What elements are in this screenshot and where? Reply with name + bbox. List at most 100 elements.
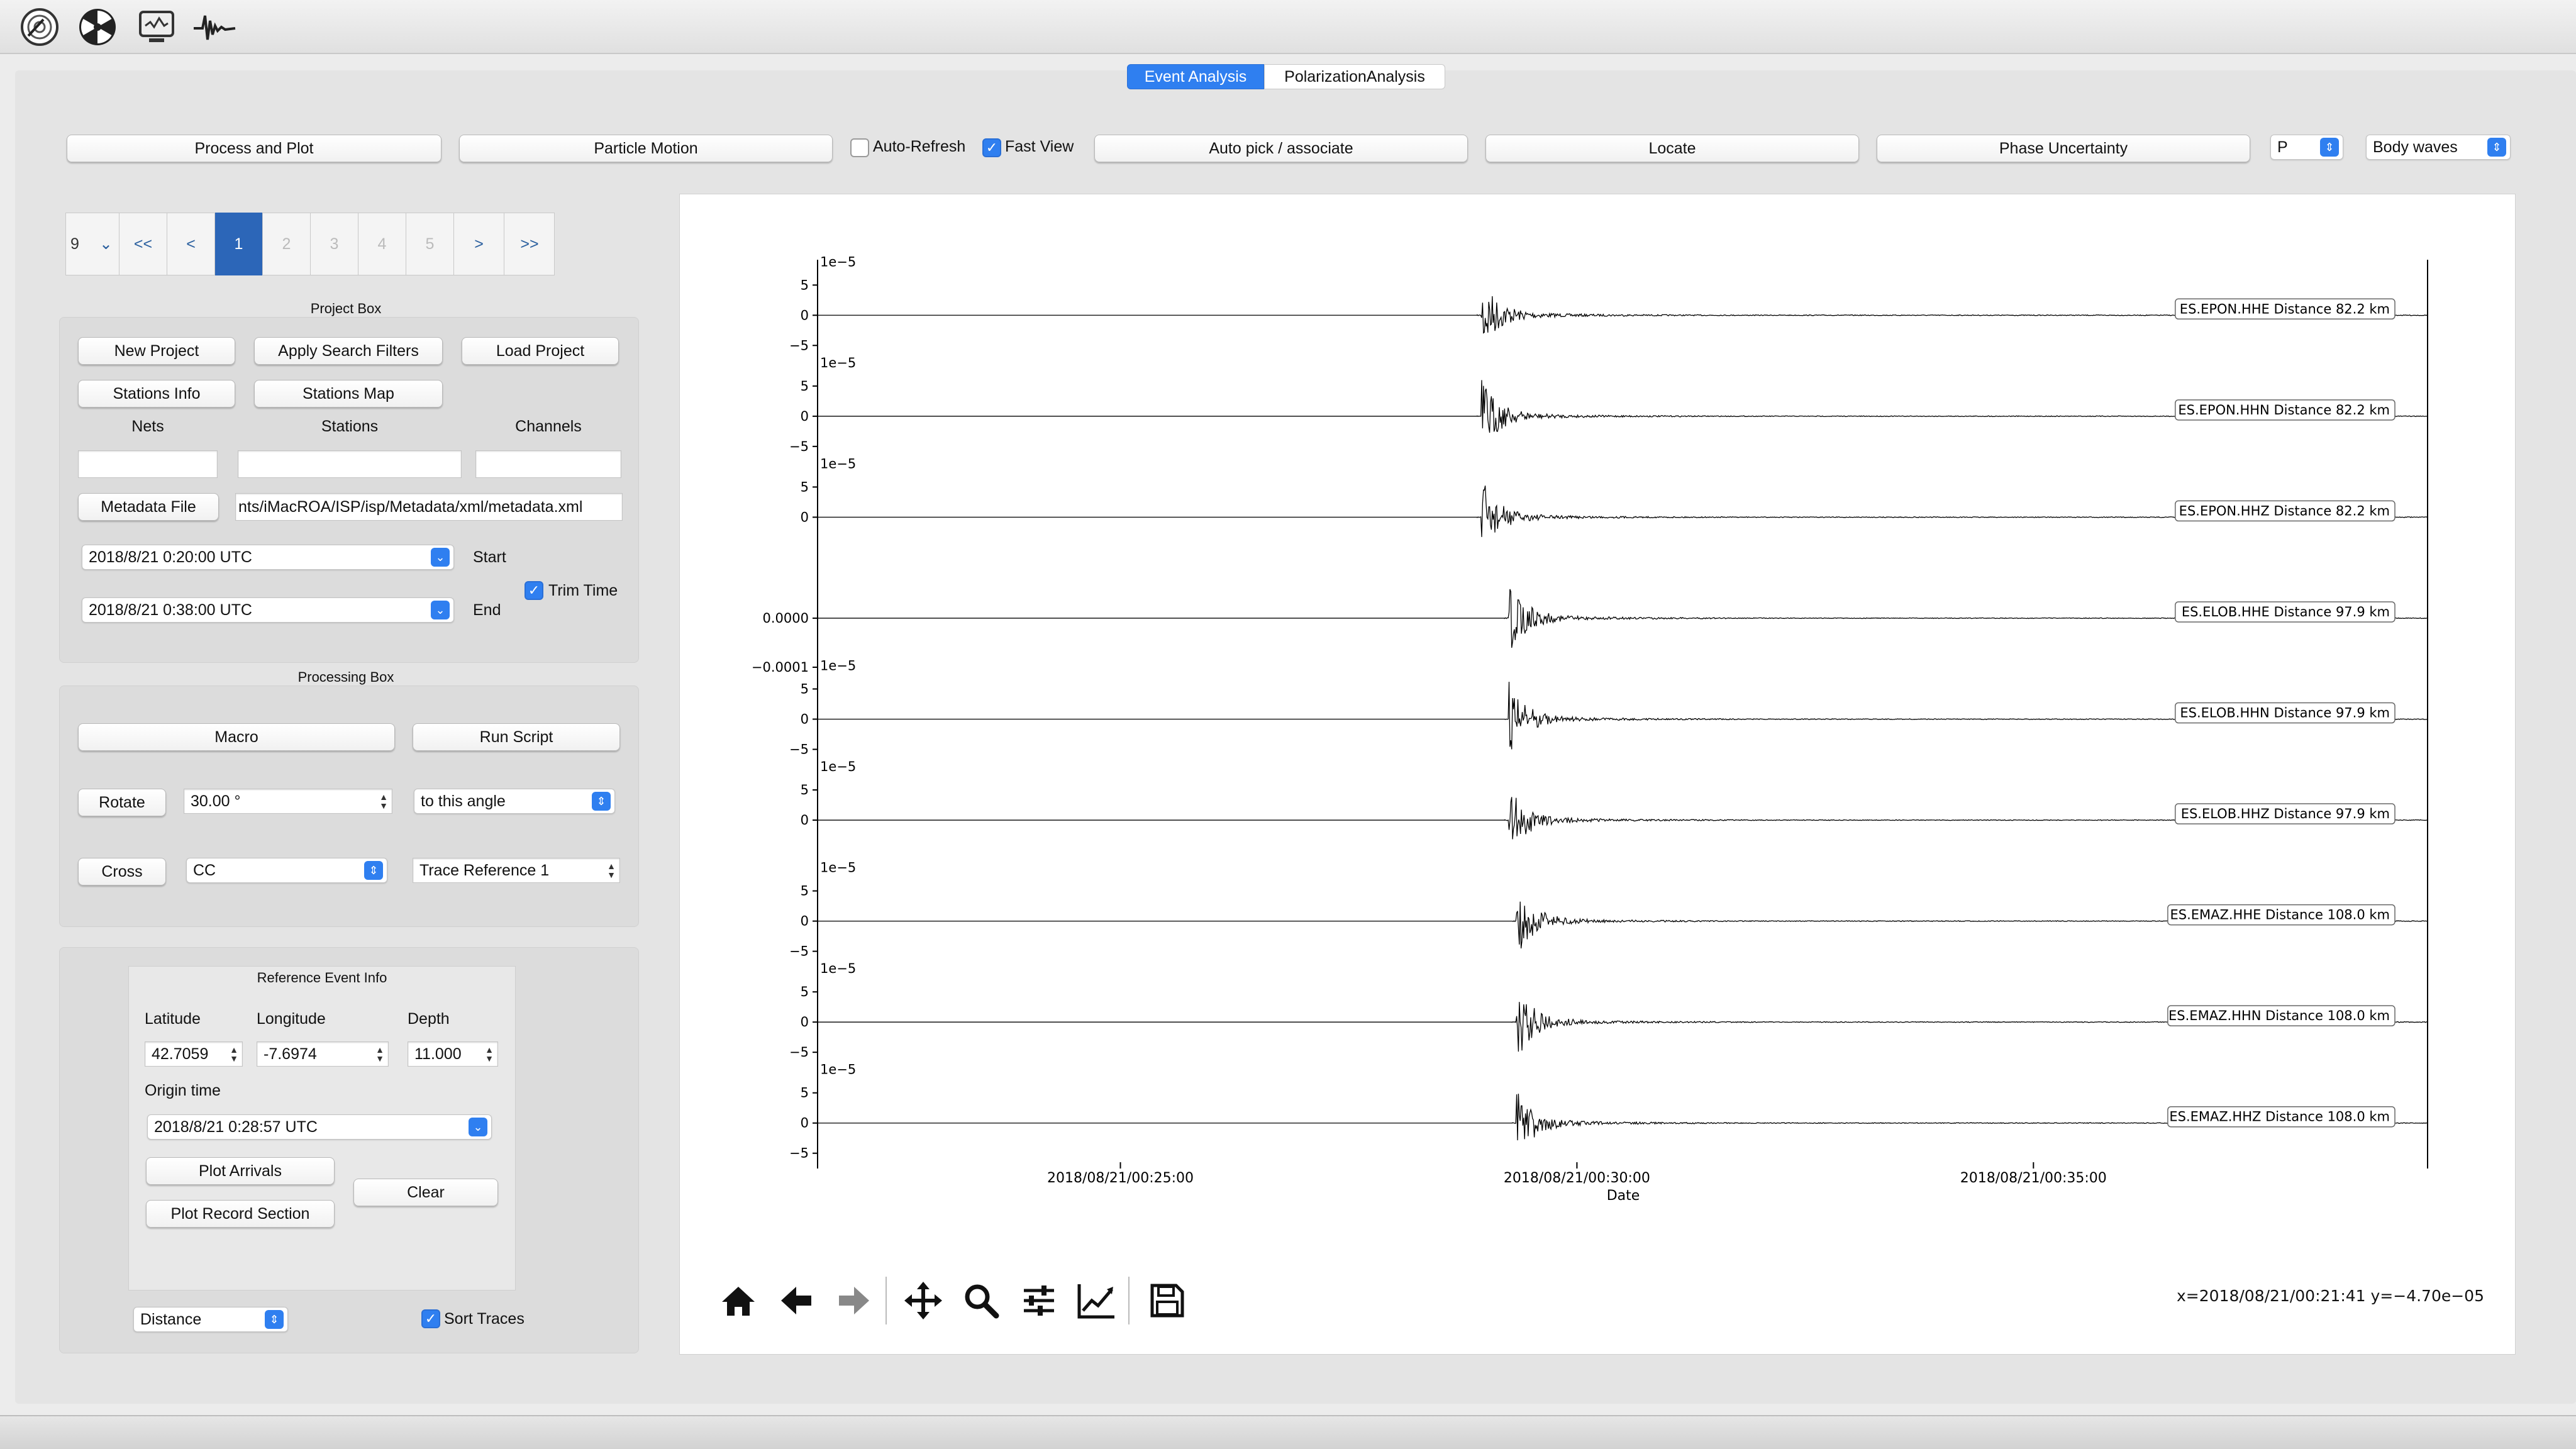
forward-arrow-icon[interactable] — [826, 1270, 882, 1331]
cursor-coordinates: x=2018/08/21/00:21:41 y=−4.70e−05 — [2177, 1287, 2484, 1305]
nets-label: Nets — [131, 418, 164, 435]
phase-select[interactable]: P ⇕ — [2270, 135, 2343, 160]
page-3-button[interactable]: 3 — [311, 213, 358, 275]
particle-motion-button[interactable]: Particle Motion — [459, 135, 833, 162]
spin-arrows-icon[interactable]: ▲ ▼ — [604, 860, 618, 881]
channels-label: Channels — [515, 418, 582, 435]
page-size-value: 9 — [70, 235, 79, 253]
toolbar-separator — [1128, 1277, 1130, 1324]
depth-label: Depth — [408, 1010, 450, 1028]
latitude-spinbox[interactable]: 42.7059 ▲ ▼ — [145, 1041, 243, 1067]
trace-panel: 5 0 −5 1e−5 ES.ELOB.HHN Distance 97.9 km — [789, 658, 2428, 757]
start-date-picker[interactable]: 2018/8/21 0:20:00 UTC ⌄ — [82, 545, 454, 570]
last-page-button[interactable]: >> — [504, 213, 555, 275]
seismometer-icon[interactable] — [18, 5, 62, 49]
angle-spinbox[interactable]: 30.00 ° ▲ ▼ — [184, 789, 392, 814]
y-tick-label: 5 — [801, 682, 809, 697]
macro-button[interactable]: Macro — [78, 723, 395, 751]
app-toolbar — [0, 0, 2576, 54]
depth-spinbox[interactable]: 11.000 ▲ ▼ — [408, 1041, 498, 1067]
auto-pick-button[interactable]: Auto pick / associate — [1094, 135, 1468, 162]
rotate-button[interactable]: Rotate — [78, 789, 166, 816]
phase-uncertainty-button[interactable]: Phase Uncertainty — [1877, 135, 2250, 162]
sort-by-select[interactable]: Distance ⇕ — [133, 1307, 288, 1332]
tab-event-analysis[interactable]: Event Analysis — [1127, 64, 1264, 89]
configure-subplots-icon[interactable] — [1011, 1270, 1067, 1331]
updown-icon: ⇕ — [364, 861, 383, 880]
cross-button[interactable]: Cross — [78, 858, 166, 886]
end-date-picker[interactable]: 2018/8/21 0:38:00 UTC ⌄ — [82, 597, 454, 623]
y-tick-label: 0 — [801, 1116, 809, 1131]
radiation-icon[interactable] — [75, 5, 119, 49]
home-icon[interactable] — [711, 1270, 766, 1331]
longitude-spinbox[interactable]: -7.6974 ▲ ▼ — [257, 1041, 389, 1067]
page-size-select[interactable]: 9 ⌄ — [65, 213, 119, 275]
next-page-button[interactable]: > — [454, 213, 504, 275]
nets-input[interactable] — [78, 450, 218, 478]
trace-label: ES.EMAZ.HHE Distance 108.0 km — [2170, 908, 2390, 923]
x-axis-label: Date — [1607, 1188, 1640, 1204]
trim-time-label: Trim Time — [548, 582, 618, 599]
spin-arrows-icon[interactable]: ▲ ▼ — [227, 1043, 241, 1065]
y-tick-label: 0 — [801, 914, 809, 929]
monitor-icon[interactable] — [135, 5, 179, 49]
y-tick-label: −0.0001 — [752, 660, 809, 675]
edit-axis-icon[interactable] — [1069, 1270, 1124, 1331]
origin-time-label: Origin time — [145, 1082, 221, 1099]
apply-search-filters-button[interactable]: Apply Search Filters — [254, 337, 443, 365]
save-icon[interactable] — [1140, 1270, 1195, 1331]
origin-time-picker[interactable]: 2018/8/21 0:28:57 UTC ⌄ — [147, 1114, 492, 1140]
sort-traces-checkbox[interactable]: ✓ — [421, 1309, 440, 1328]
y-tick-label: −5 — [789, 439, 809, 454]
clear-button[interactable]: Clear — [353, 1179, 498, 1206]
pan-icon[interactable] — [896, 1270, 951, 1331]
y-offset-label: 1e−5 — [820, 860, 856, 875]
run-script-button[interactable]: Run Script — [413, 723, 620, 751]
y-tick-label: 5 — [801, 379, 809, 394]
back-arrow-icon[interactable] — [769, 1270, 824, 1331]
y-tick-label: 5 — [801, 1085, 809, 1101]
plot-arrivals-button[interactable]: Plot Arrivals — [146, 1157, 335, 1185]
spin-arrows-icon[interactable]: ▲ ▼ — [482, 1043, 496, 1065]
metadata-file-button[interactable]: Metadata File — [78, 493, 219, 521]
y-tick-label: 0 — [801, 712, 809, 727]
stations-input[interactable] — [238, 450, 462, 478]
y-tick-label: −5 — [789, 1045, 809, 1060]
page-2-button[interactable]: 2 — [263, 213, 311, 275]
page-1-button[interactable]: 1 — [215, 213, 263, 275]
page-4-button[interactable]: 4 — [358, 213, 406, 275]
y-offset-label: 1e−5 — [820, 961, 856, 976]
y-tick-label: 5 — [801, 984, 809, 999]
angle-mode-select[interactable]: to this angle ⇕ — [414, 789, 615, 814]
page-5-button[interactable]: 5 — [406, 213, 454, 275]
first-page-button[interactable]: << — [119, 213, 167, 275]
cross-method-value: CC — [193, 861, 216, 879]
waveform-icon[interactable] — [192, 5, 236, 49]
process-and-plot-button[interactable]: Process and Plot — [67, 135, 441, 162]
tab-polarization-analysis[interactable]: PolarizationAnalysis — [1264, 64, 1445, 89]
wave-type-select[interactable]: Body waves ⇕ — [2366, 135, 2511, 160]
cross-method-select[interactable]: CC ⇕ — [186, 858, 387, 883]
y-offset-label: 1e−5 — [820, 456, 856, 471]
x-tick-label: 2018/08/21/00:25:00 — [1047, 1170, 1194, 1186]
trace-reference-spinbox[interactable]: Trace Reference 1 ▲ ▼ — [413, 858, 620, 883]
channels-input[interactable] — [475, 450, 621, 478]
metadata-path-field[interactable]: nts/iMacROA/ISP/isp/Metadata/xml/metadat… — [235, 493, 623, 521]
locate-button[interactable]: Locate — [1485, 135, 1859, 162]
stations-map-button[interactable]: Stations Map — [254, 380, 443, 408]
trim-time-checkbox[interactable]: ✓ — [525, 581, 543, 600]
trace-panel: 5 0 −5 1e−5 ES.EMAZ.HHZ Distance 108.0 km — [789, 1062, 2428, 1161]
new-project-button[interactable]: New Project — [78, 337, 235, 365]
zoom-icon[interactable] — [953, 1270, 1009, 1331]
chevron-down-icon: ⌄ — [431, 548, 450, 567]
plot-record-section-button[interactable]: Plot Record Section — [146, 1200, 335, 1228]
prev-page-button[interactable]: < — [167, 213, 215, 275]
fast-view-checkbox[interactable]: ✓ — [982, 138, 1001, 157]
stations-label: Stations — [321, 418, 379, 435]
load-project-button[interactable]: Load Project — [462, 337, 619, 365]
stations-info-button[interactable]: Stations Info — [78, 380, 235, 408]
auto-refresh-checkbox[interactable] — [850, 138, 869, 157]
spin-arrows-icon[interactable]: ▲ ▼ — [377, 791, 391, 812]
y-tick-label: 5 — [801, 884, 809, 899]
spin-arrows-icon[interactable]: ▲ ▼ — [373, 1043, 387, 1065]
